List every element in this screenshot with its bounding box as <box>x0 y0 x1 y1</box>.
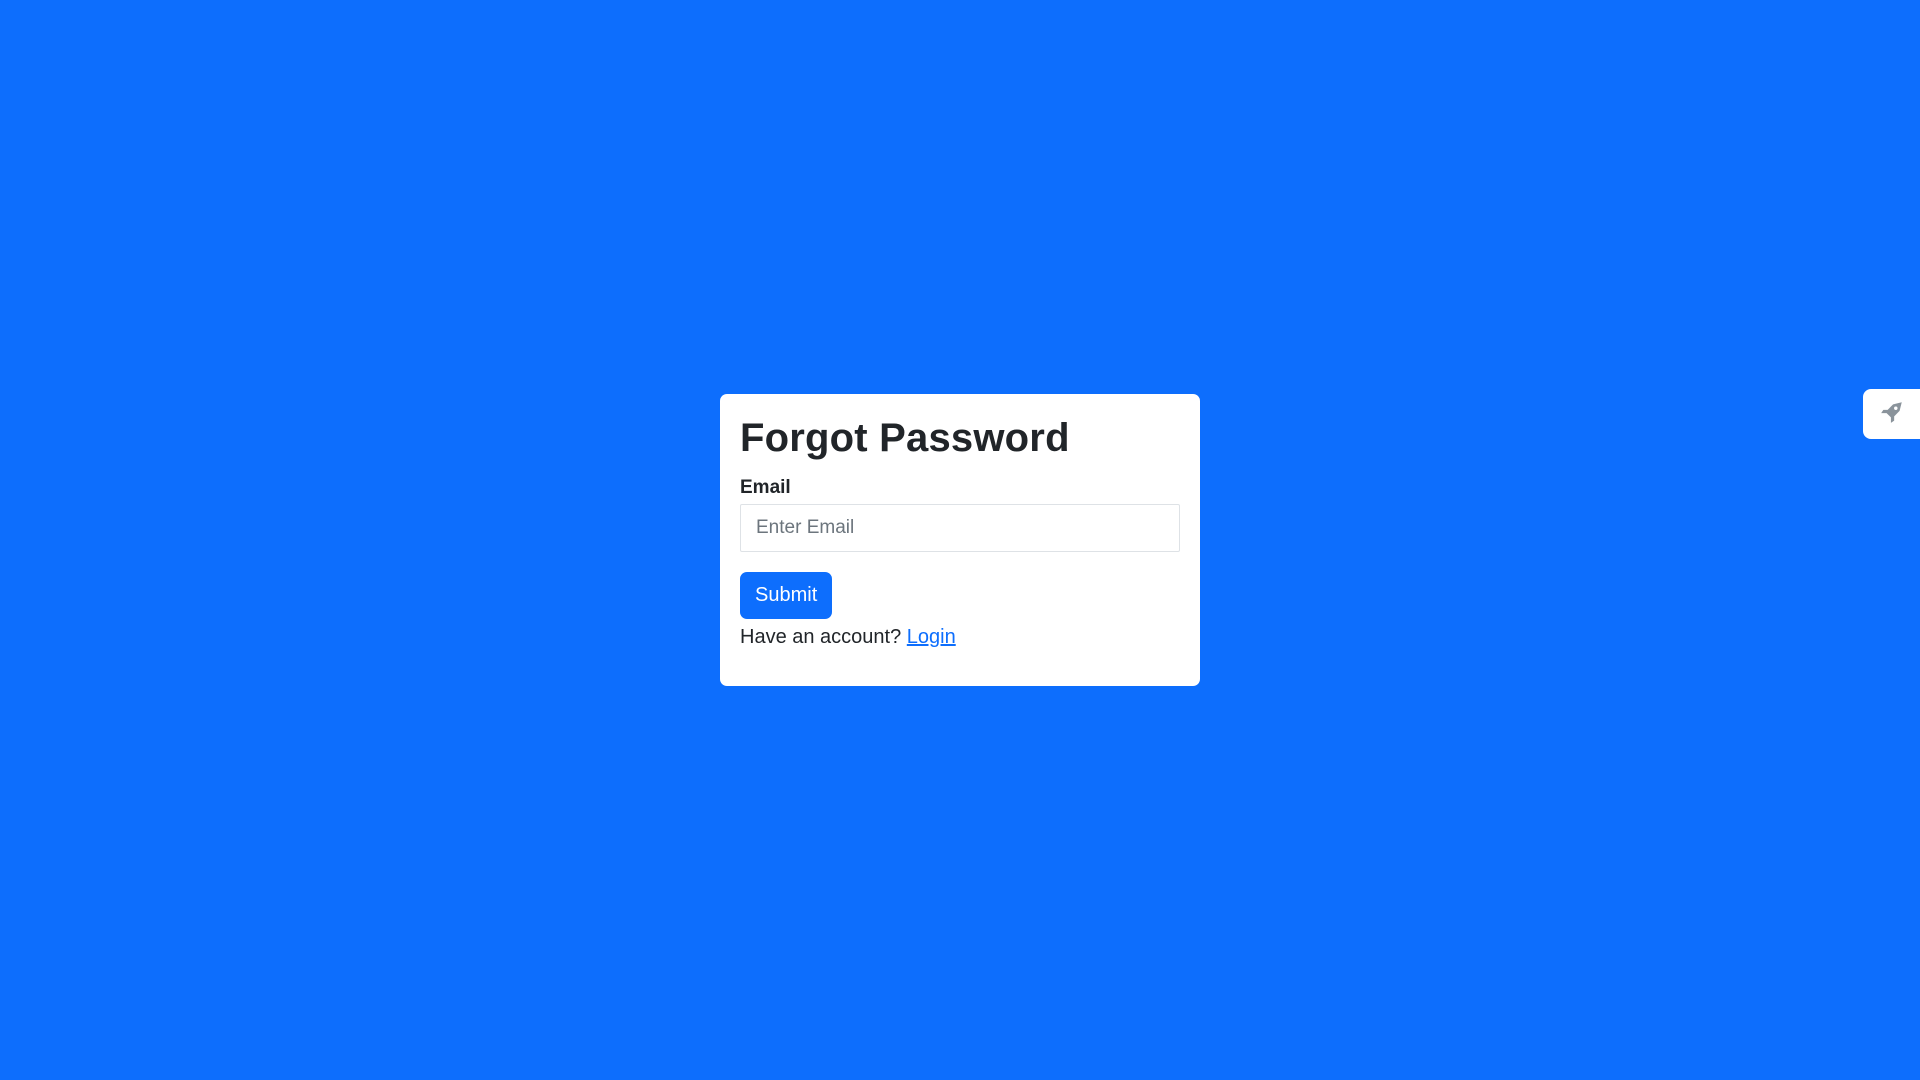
forgot-password-card: Forgot Password Email Submit Have an acc… <box>720 394 1200 686</box>
page-title: Forgot Password <box>740 416 1070 460</box>
login-prompt-text: Have an account? <box>740 625 902 648</box>
email-field[interactable] <box>740 503 1180 552</box>
submit-button[interactable]: Submit <box>740 571 833 619</box>
login-prompt: Have an account? Login <box>740 624 1180 650</box>
login-link[interactable]: Login <box>907 626 956 648</box>
email-label: Email <box>740 477 791 498</box>
rocket-icon <box>1879 399 1905 430</box>
side-widget-button[interactable] <box>1863 389 1920 439</box>
